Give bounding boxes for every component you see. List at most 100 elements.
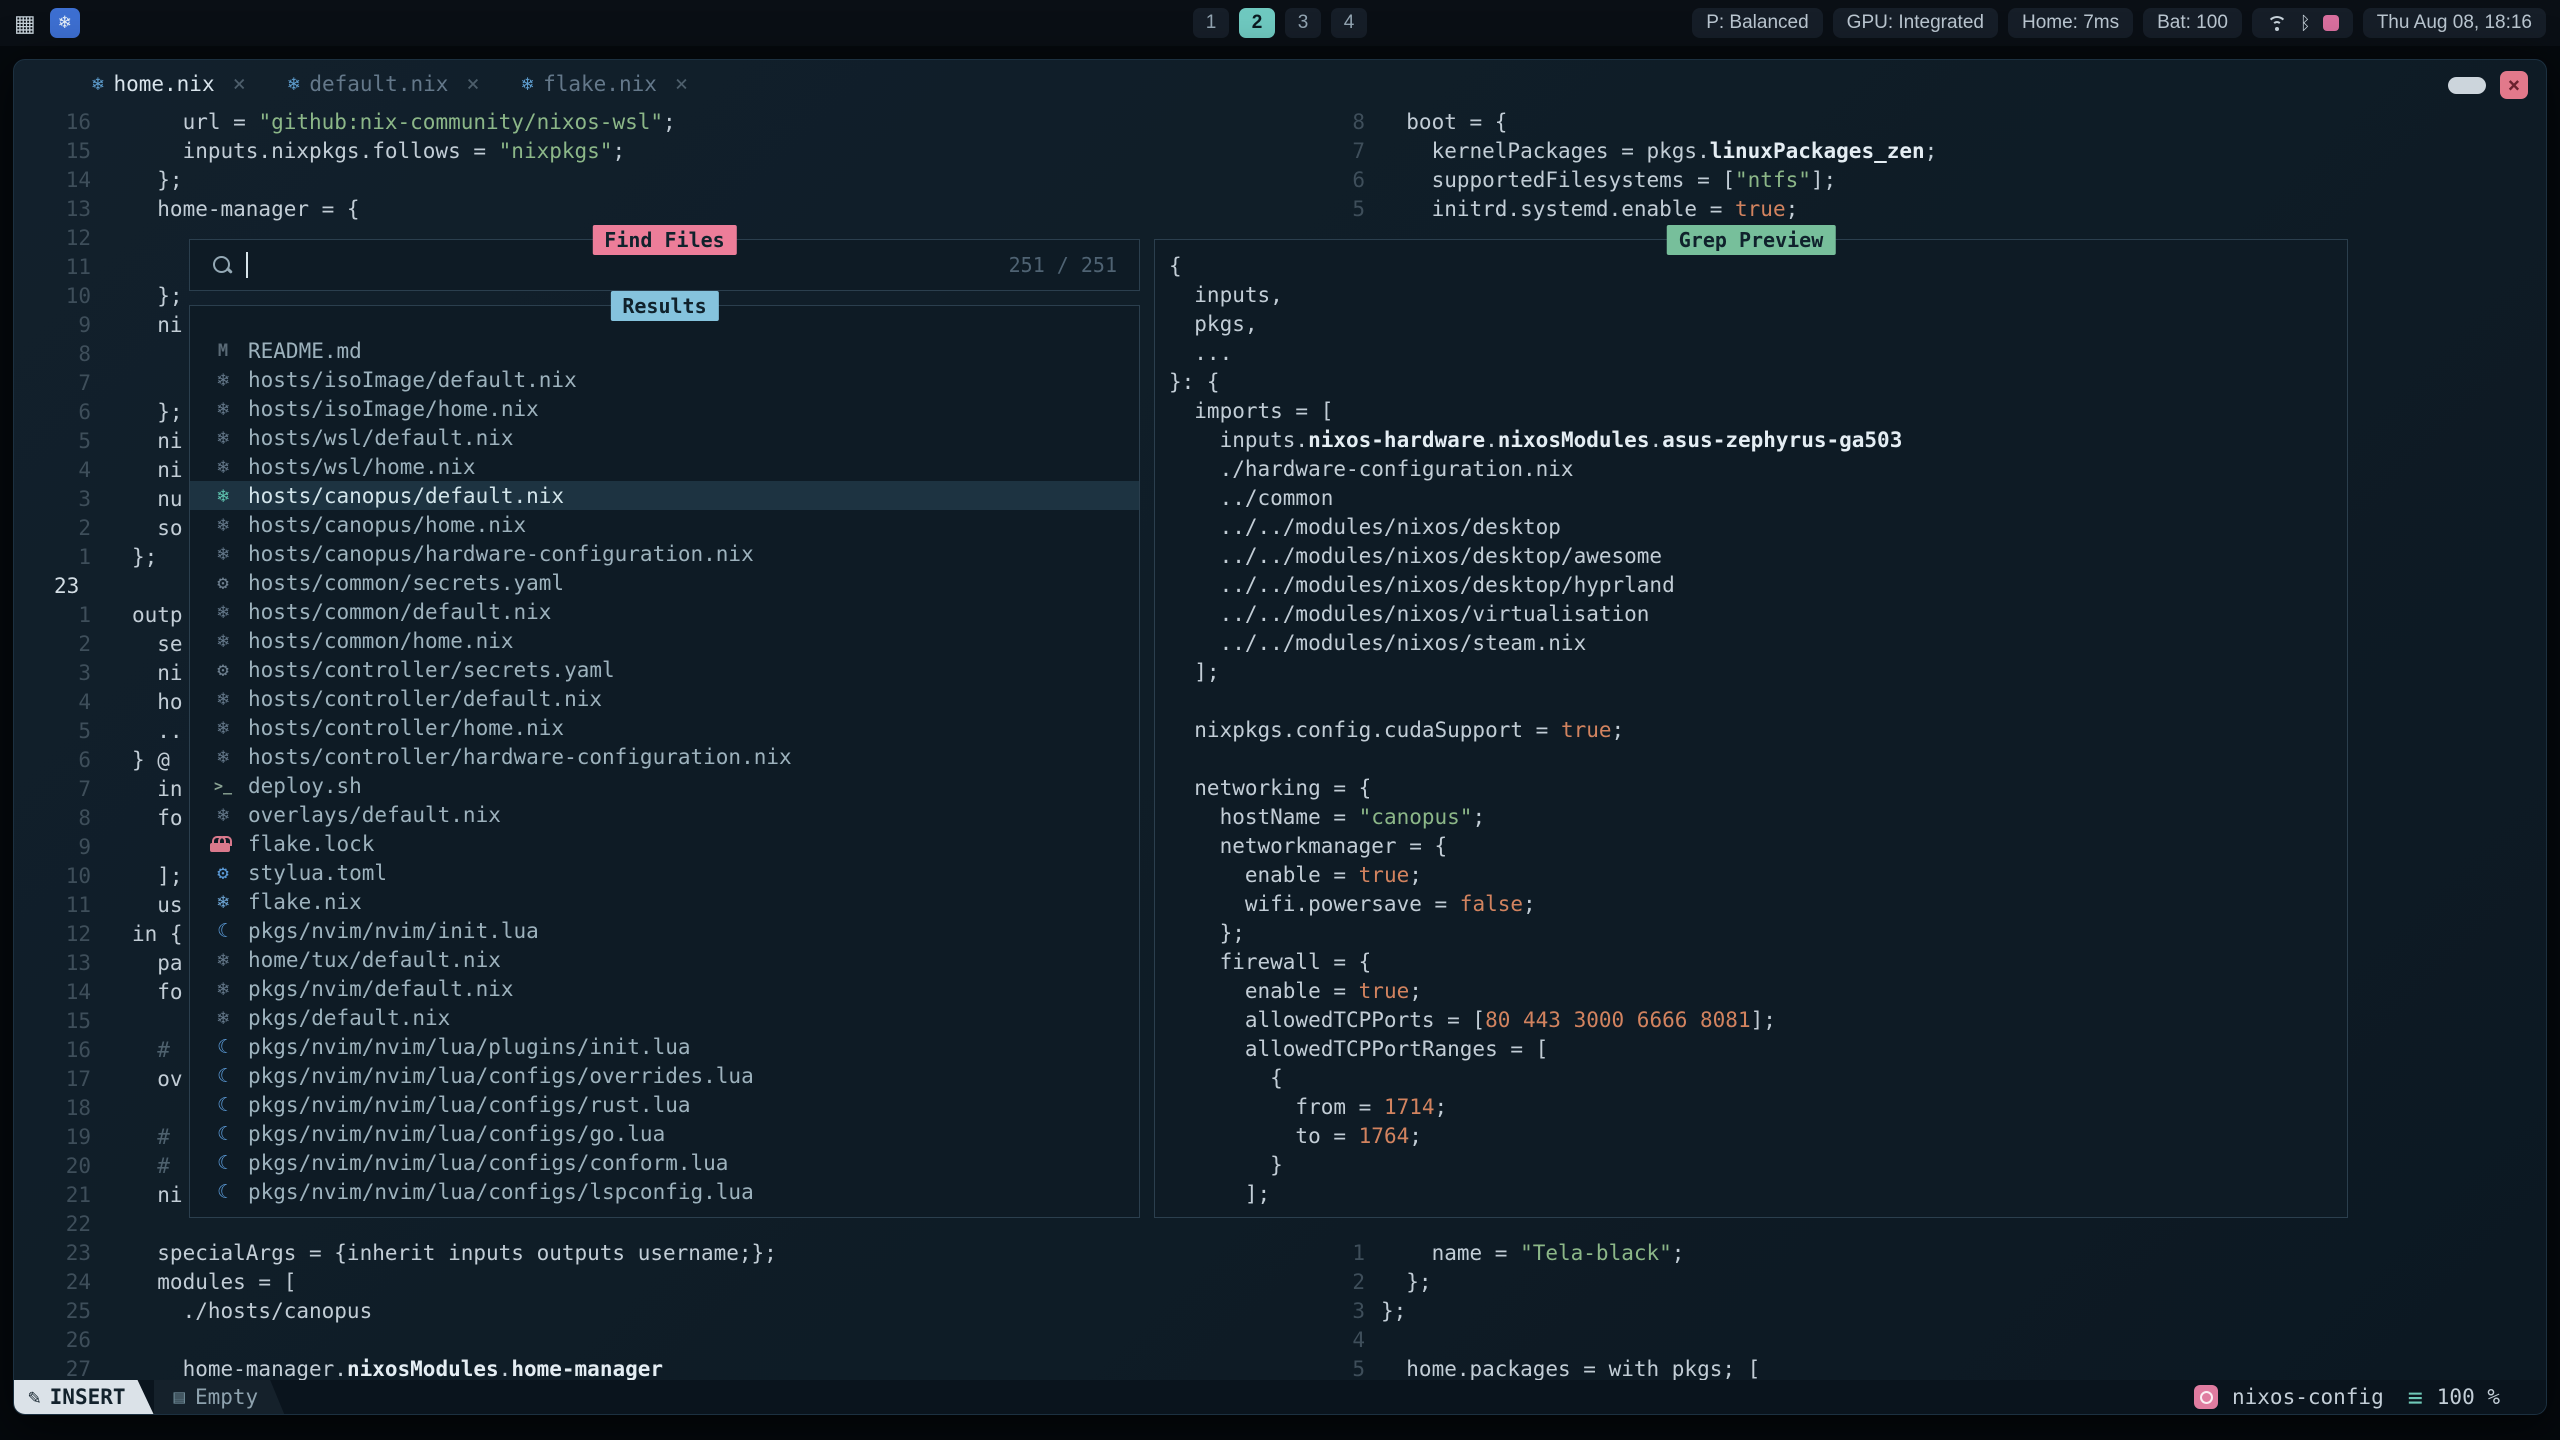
gpu-indicator[interactable]: GPU: Integrated bbox=[1833, 8, 1998, 38]
result-item[interactable]: ☾pkgs/nvim/nvim/lua/configs/rust.lua bbox=[190, 1090, 1139, 1119]
line-number: 20 bbox=[14, 1152, 91, 1181]
result-filename: hosts/canopus/home.nix bbox=[248, 513, 526, 537]
statusline-right: nixos-config ≡ 100 % bbox=[2194, 1383, 2546, 1412]
result-filename: hosts/wsl/default.nix bbox=[248, 426, 514, 450]
code-line: pkgs, bbox=[1169, 310, 2347, 339]
line-number: 1 bbox=[14, 543, 91, 572]
line-number: 6 bbox=[14, 746, 91, 775]
result-item[interactable]: ❄hosts/canopus/hardware-configuration.ni… bbox=[190, 539, 1139, 568]
result-filename: pkgs/nvim/nvim/init.lua bbox=[248, 919, 539, 943]
result-item[interactable]: ❄hosts/common/home.nix bbox=[190, 626, 1139, 655]
result-item[interactable]: ☾pkgs/nvim/nvim/lua/plugins/init.lua bbox=[190, 1032, 1139, 1061]
result-item[interactable]: ❄hosts/controller/default.nix bbox=[190, 684, 1139, 713]
code-line: inputs, bbox=[1169, 281, 2347, 310]
lua-file-icon: ☾ bbox=[210, 1094, 236, 1116]
result-item[interactable]: ❄pkgs/default.nix bbox=[190, 1003, 1139, 1032]
result-item[interactable]: ❄hosts/isoImage/home.nix bbox=[190, 394, 1139, 423]
line-number: 6 bbox=[1321, 166, 1365, 195]
topbar-right: P: Balanced GPU: Integrated Home: 7ms Ba… bbox=[1692, 8, 2546, 38]
app-launcher-icon[interactable]: ▦ bbox=[14, 10, 36, 37]
result-filename: stylua.toml bbox=[248, 861, 387, 885]
line-number: 8 bbox=[14, 340, 91, 369]
line-number: 25 bbox=[14, 1297, 91, 1326]
result-item[interactable]: ❄ hosts/canopus/home.nix bbox=[190, 510, 1139, 539]
line-number: 3 bbox=[14, 485, 91, 514]
result-item[interactable]: ☾pkgs/nvim/nvim/lua/configs/go.lua bbox=[190, 1119, 1139, 1148]
right-pane-top[interactable]: 8 boot = {7 kernelPackages = pkgs.linuxP… bbox=[1321, 108, 2531, 224]
workspace-button-1[interactable]: 1 bbox=[1193, 8, 1229, 38]
code-line: 2 }; bbox=[1321, 1268, 2531, 1297]
tabline: ❄home.nix×❄default.nix×❄flake.nix× × bbox=[14, 60, 2546, 108]
window-close-button[interactable]: × bbox=[2500, 71, 2528, 99]
tab-home.nix[interactable]: ❄home.nix× bbox=[92, 72, 246, 97]
tab-default.nix[interactable]: ❄default.nix× bbox=[288, 72, 480, 97]
result-item[interactable]: ❄overlays/default.nix bbox=[190, 800, 1139, 829]
line-number: 5 bbox=[1321, 195, 1365, 224]
result-item[interactable]: ☾pkgs/nvim/nvim/lua/configs/overrides.lu… bbox=[190, 1061, 1139, 1090]
tab-close-icon[interactable]: × bbox=[233, 72, 246, 97]
battery-indicator[interactable]: Bat: 100 bbox=[2143, 8, 2242, 38]
result-item[interactable]: ❄hosts/controller/home.nix bbox=[190, 713, 1139, 742]
result-item[interactable]: ❄flake.nix bbox=[190, 887, 1139, 916]
result-item[interactable]: ❄hosts/wsl/home.nix bbox=[190, 452, 1139, 481]
statusline: ✎ INSERT ▤ Empty nixos-config ≡ 100 % bbox=[14, 1380, 2546, 1414]
power-profile-indicator[interactable]: P: Balanced bbox=[1692, 8, 1822, 38]
result-counter: 251 / 251 bbox=[1009, 253, 1117, 277]
code-line: 3}; bbox=[1321, 1297, 2531, 1326]
result-filename: home/tux/default.nix bbox=[248, 948, 501, 972]
line-number: 13 bbox=[14, 949, 91, 978]
line-number: 8 bbox=[14, 804, 91, 833]
result-item[interactable]: ⚙hosts/controller/secrets.yaml bbox=[190, 655, 1139, 684]
line-number: 6 bbox=[14, 398, 91, 427]
result-item[interactable]: ❄pkgs/nvim/default.nix bbox=[190, 974, 1139, 1003]
latency-indicator[interactable]: Home: 7ms bbox=[2008, 8, 2133, 38]
right-pane-bottom[interactable]: 1 name = "Tela-black";2 };3};45 home.pac… bbox=[1321, 1239, 2531, 1384]
line-number: 13 bbox=[14, 195, 91, 224]
bluetooth-icon[interactable]: ᛒ bbox=[2300, 13, 2311, 34]
result-item[interactable]: ☾pkgs/nvim/nvim/lua/configs/conform.lua bbox=[190, 1148, 1139, 1177]
results-title-badge: Results bbox=[610, 291, 718, 321]
tab-label: flake.nix bbox=[543, 72, 657, 96]
nix-file-icon: ❄ bbox=[210, 717, 236, 739]
color-picker-icon[interactable] bbox=[2323, 15, 2339, 31]
line-number: 7 bbox=[14, 369, 91, 398]
code-line: ../../modules/nixos/desktop/hyprland bbox=[1169, 571, 2347, 600]
code-line: nixpkgs.config.cudaSupport = true; bbox=[1169, 716, 2347, 745]
workspace-button-4[interactable]: 4 bbox=[1331, 8, 1367, 38]
workspace-button-3[interactable]: 3 bbox=[1285, 8, 1321, 38]
tab-flake.nix[interactable]: ❄flake.nix× bbox=[522, 72, 689, 97]
nixos-logo-icon[interactable]: ❄ bbox=[50, 8, 80, 38]
result-item[interactable]: ❄hosts/controller/hardware-configuration… bbox=[190, 742, 1139, 771]
line-number: 15 bbox=[14, 1007, 91, 1036]
result-item[interactable]: ❄hosts/common/default.nix bbox=[190, 597, 1139, 626]
result-item[interactable]: ❄hosts/isoImage/default.nix bbox=[190, 365, 1139, 394]
result-item[interactable]: ☾pkgs/nvim/nvim/init.lua bbox=[190, 916, 1139, 945]
result-item[interactable]: ⚙stylua.toml bbox=[190, 858, 1139, 887]
line-number: 10 bbox=[14, 282, 91, 311]
line-number: 1 bbox=[14, 601, 91, 630]
nix-file-icon: ❄ bbox=[210, 514, 236, 536]
code-line: enable = true; bbox=[1169, 977, 2347, 1006]
result-item[interactable]: ❄hosts/wsl/default.nix bbox=[190, 423, 1139, 452]
result-item[interactable]: >_deploy.sh bbox=[190, 771, 1139, 800]
topbar-left: ▦ ❄ bbox=[14, 8, 80, 38]
result-filename: hosts/controller/secrets.yaml bbox=[248, 658, 615, 682]
code-line: ./hardware-configuration.nix bbox=[1169, 455, 2347, 484]
buffer-icon: ▤ bbox=[174, 1386, 185, 1408]
result-item[interactable]: ⚙hosts/common/secrets.yaml bbox=[190, 568, 1139, 597]
result-item[interactable]: flake.lock bbox=[190, 829, 1139, 858]
tab-close-icon[interactable]: × bbox=[675, 72, 688, 97]
line-number: 7 bbox=[14, 775, 91, 804]
result-item[interactable]: MREADME.md bbox=[190, 336, 1139, 365]
clock[interactable]: Thu Aug 08, 18:16 bbox=[2363, 8, 2546, 38]
window-pin-toggle[interactable] bbox=[2448, 77, 2486, 94]
result-item[interactable]: ☾pkgs/nvim/nvim/lua/configs/lspconfig.lu… bbox=[190, 1177, 1139, 1206]
result-item[interactable]: ❄home/tux/default.nix bbox=[190, 945, 1139, 974]
code-line: 23 specialArgs = {inherit inputs outputs… bbox=[14, 1239, 1314, 1268]
wifi-icon[interactable] bbox=[2266, 15, 2288, 32]
result-item[interactable]: ❄hosts/canopus/default.nix bbox=[190, 481, 1139, 510]
tab-close-icon[interactable]: × bbox=[466, 72, 479, 97]
pencil-icon: ✎ bbox=[28, 1380, 41, 1414]
search-icon bbox=[212, 255, 232, 275]
workspace-button-2[interactable]: 2 bbox=[1239, 8, 1275, 38]
